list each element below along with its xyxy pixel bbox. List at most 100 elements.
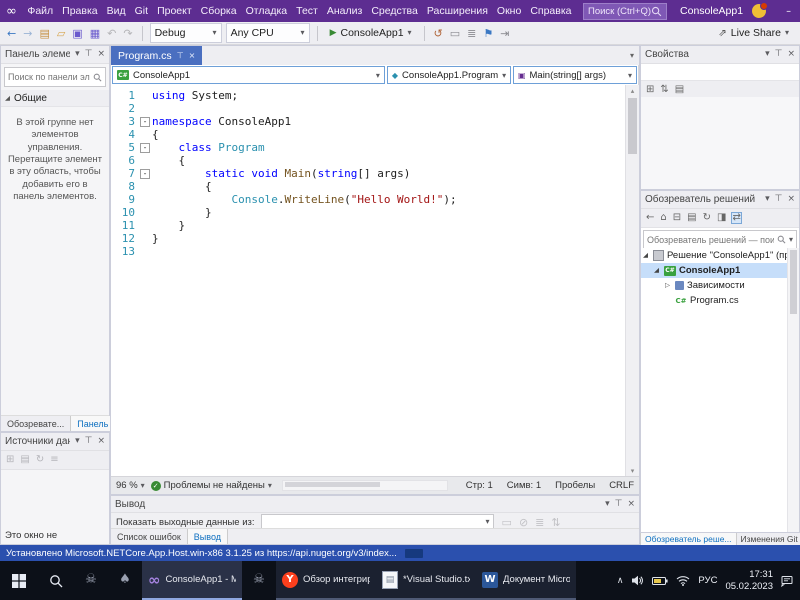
menu-item-4[interactable]: Проект (153, 0, 197, 22)
class-dropdown[interactable]: ◆ ConsoleApp1.Program ▾ (386, 66, 511, 84)
method-dropdown[interactable]: ▣ Main(string[] args) ▾ (512, 66, 637, 84)
taskbar-search-button[interactable] (37, 561, 74, 600)
scrollbar-thumb[interactable] (284, 482, 380, 487)
menu-item-11[interactable]: Окно (492, 0, 525, 22)
find-message-icon[interactable]: ▭ (502, 517, 512, 528)
pin-icon[interactable]: ⊤ (85, 437, 93, 446)
pin-icon[interactable]: ⊤ (775, 195, 783, 204)
fold-collapse-icon[interactable]: - (140, 169, 150, 179)
taskbar-app-3[interactable]: ☠ (242, 561, 276, 600)
taskbar-clock[interactable]: 17:31 05.02.2023 (725, 569, 773, 592)
tree-item-1[interactable]: ◢ C# ConsoleApp1 (641, 263, 788, 278)
solution-explorer-title-bar[interactable]: Обозреватель решений ▾ ⊤ × (641, 191, 799, 209)
pin-icon[interactable]: ⊤ (177, 51, 184, 60)
tree-item-2[interactable]: ▷ Зависимости (641, 278, 788, 293)
menu-item-0[interactable]: Файл (23, 0, 58, 22)
tray-expand-icon[interactable]: ∧ (617, 576, 624, 586)
taskbar-app-2[interactable]: ∞ ConsoleApp1 - Mic... (142, 561, 242, 600)
menu-item-2[interactable]: Вид (102, 0, 130, 22)
tab-error-list[interactable]: Список ошибок (111, 529, 187, 544)
scrollbar-thumb[interactable] (628, 98, 637, 154)
indent-icon[interactable]: ⇥ (500, 28, 509, 39)
scrollbar-thumb[interactable] (790, 250, 797, 314)
action-center-icon[interactable] (781, 575, 793, 587)
data-sources-title-bar[interactable]: Источники данных ▾ ⊤ × (1, 433, 109, 451)
back-icon[interactable]: ← (646, 213, 654, 223)
find-in-files-icon[interactable]: ▭ (450, 28, 460, 39)
live-share-button[interactable]: ⇗ Live Share ▾ (718, 27, 789, 39)
bookmark-icon[interactable]: ⚑ (483, 28, 493, 39)
tree-item-0[interactable]: ◢ Решение "ConsoleApp1" (проекты: 1 из 1) (641, 248, 788, 263)
window-position-icon[interactable]: ▾ (605, 499, 610, 509)
user-avatar[interactable] (752, 2, 769, 18)
autoscroll-icon[interactable]: ⇅ (551, 517, 560, 528)
pin-icon[interactable]: ⊤ (775, 50, 783, 59)
configure-icon[interactable]: ≡ (50, 455, 58, 465)
line-ending-indicator[interactable]: CRLF (609, 480, 634, 491)
output-title-bar[interactable]: Вывод ▾ ⊤ × (111, 496, 639, 513)
toolbox-search[interactable]: Поиск по панели элемен (4, 67, 106, 87)
configuration-dropdown[interactable]: Debug ▾ (149, 23, 222, 43)
sync-active-document-icon[interactable]: ⇄ (731, 212, 742, 224)
close-icon[interactable]: × (97, 50, 105, 59)
back-icon[interactable]: ← (7, 28, 16, 39)
close-icon[interactable]: × (787, 50, 795, 59)
taskbar-app-6[interactable]: W Документ Microso... (476, 561, 576, 600)
categorized-icon[interactable]: ⊞ (646, 85, 654, 95)
property-pages-icon[interactable]: ▤ (675, 85, 684, 95)
taskbar-app-0[interactable]: ☠ (74, 561, 108, 600)
open-file-icon[interactable]: ▱ (57, 28, 65, 39)
alphabetical-icon[interactable]: ⇅ (660, 85, 668, 95)
background-task-indicator[interactable] (404, 548, 423, 558)
language-indicator[interactable]: РУС (698, 575, 717, 586)
window-position-icon[interactable]: ▾ (75, 50, 80, 59)
battery-icon[interactable] (652, 576, 669, 586)
editor-horizontal-scrollbar[interactable] (281, 480, 448, 491)
window-position-icon[interactable]: ▾ (765, 50, 770, 59)
panel-vertical-scrollbar[interactable] (787, 248, 799, 532)
toolbox-title-bar[interactable]: Панель элементов ▾ ⊤ × (1, 46, 109, 64)
edit-data-source-icon[interactable]: ▤ (20, 455, 29, 465)
undo-icon[interactable]: ↶ (107, 28, 116, 39)
menu-item-1[interactable]: Правка (58, 0, 102, 22)
quick-launch-search[interactable]: Поиск (Ctrl+Q) (583, 2, 668, 20)
properties-object-dropdown[interactable] (641, 64, 799, 81)
pin-icon[interactable]: ⊤ (85, 50, 93, 59)
show-all-files-icon[interactable]: ▤ (687, 213, 696, 223)
tab-server-explorer[interactable]: Обозревате... (1, 416, 70, 431)
redo-icon[interactable]: ↷ (123, 28, 132, 39)
new-file-icon[interactable]: ▤ (39, 28, 49, 39)
close-icon[interactable]: × (189, 51, 196, 60)
taskbar-app-4[interactable]: Y Обзор интегриров... (276, 561, 376, 600)
expander-icon[interactable]: ◢ (654, 267, 663, 274)
comment-icon[interactable]: ≣ (467, 28, 476, 39)
menu-item-8[interactable]: Анализ (322, 0, 366, 22)
platform-dropdown[interactable]: Any CPU ▾ (225, 23, 310, 43)
refresh-icon[interactable]: ↻ (703, 213, 711, 223)
tab-output[interactable]: Вывод (186, 529, 229, 544)
close-icon[interactable]: × (787, 195, 795, 204)
pin-icon[interactable]: ⊤ (615, 499, 623, 509)
window-position-icon[interactable]: ▾ (75, 437, 80, 446)
tree-item-3[interactable]: C# Program.cs (641, 293, 788, 308)
menu-item-5[interactable]: Сборка (196, 0, 241, 22)
taskbar-app-5[interactable]: ▤ *Visual Studio.txt -... (376, 561, 476, 600)
tab-git-changes[interactable]: Изменения Git — п... (737, 533, 800, 545)
taskbar-app-1[interactable]: ♠ (108, 561, 142, 600)
scroll-up-icon[interactable]: ▴ (626, 87, 639, 95)
volume-icon[interactable] (631, 574, 644, 587)
tab-program-cs[interactable]: Program.cs ⊤ × (111, 46, 203, 65)
expander-icon[interactable]: ◢ (643, 252, 652, 259)
code-health-indicator[interactable]: ✓ Проблемы не найдены ▾ (150, 480, 272, 491)
collapse-all-icon[interactable]: ⊟ (673, 213, 681, 223)
expander-icon[interactable]: ▷ (665, 282, 674, 289)
clear-all-icon[interactable]: ⊘ (519, 517, 528, 528)
add-data-source-icon[interactable]: ⊞ (6, 455, 14, 465)
home-icon[interactable]: ⌂ (660, 213, 666, 223)
network-icon[interactable] (676, 575, 690, 586)
window-position-icon[interactable]: ▾ (765, 195, 770, 204)
save-icon[interactable]: ▣ (72, 28, 82, 39)
solution-search[interactable]: Обозреватель решений — поиск (Ctrl+» ▾ (643, 230, 797, 249)
fold-collapse-icon[interactable]: - (140, 117, 150, 127)
scroll-down-icon[interactable]: ▾ (626, 467, 639, 475)
